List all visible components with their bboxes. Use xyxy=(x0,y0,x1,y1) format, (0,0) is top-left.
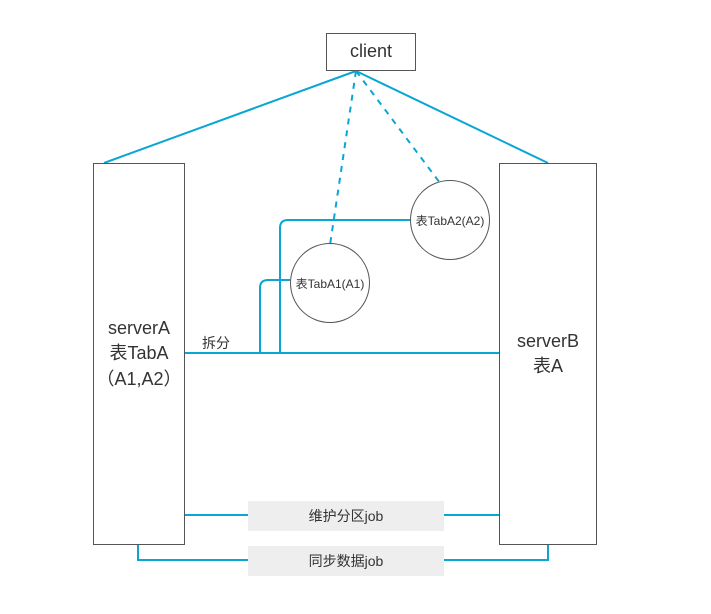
job-maintain-label: 维护分区job xyxy=(309,506,384,526)
tabA1-node: 表TabA1(A1) xyxy=(290,243,370,323)
line-client-serverB xyxy=(356,71,548,163)
line-client-tabA1 xyxy=(330,71,356,245)
client-node: client xyxy=(326,33,416,71)
serverA-node: serverA 表TabA （A1,A2） xyxy=(93,163,185,545)
line-client-tabA2 xyxy=(356,71,449,195)
tabA2-node: 表TabA2(A2) xyxy=(410,180,490,260)
split-label: 拆分 xyxy=(202,333,230,353)
line-split-to-tabA1 xyxy=(260,280,290,353)
serverB-node: serverB 表A xyxy=(499,163,597,545)
tabA2-label: 表TabA2(A2) xyxy=(416,212,485,229)
serverA-table: 表TabA xyxy=(96,341,181,366)
serverA-name: serverA xyxy=(96,316,181,341)
job-maintain: 维护分区job xyxy=(248,501,444,531)
client-label: client xyxy=(350,39,392,64)
serverB-table: 表A xyxy=(517,354,579,379)
serverB-name: serverB xyxy=(517,329,579,354)
job-sync: 同步数据job xyxy=(248,546,444,576)
line-client-serverA xyxy=(104,71,356,163)
tabA1-label: 表TabA1(A1) xyxy=(296,275,365,292)
job-sync-label: 同步数据job xyxy=(309,551,384,571)
serverA-cols: （A1,A2） xyxy=(96,367,181,392)
